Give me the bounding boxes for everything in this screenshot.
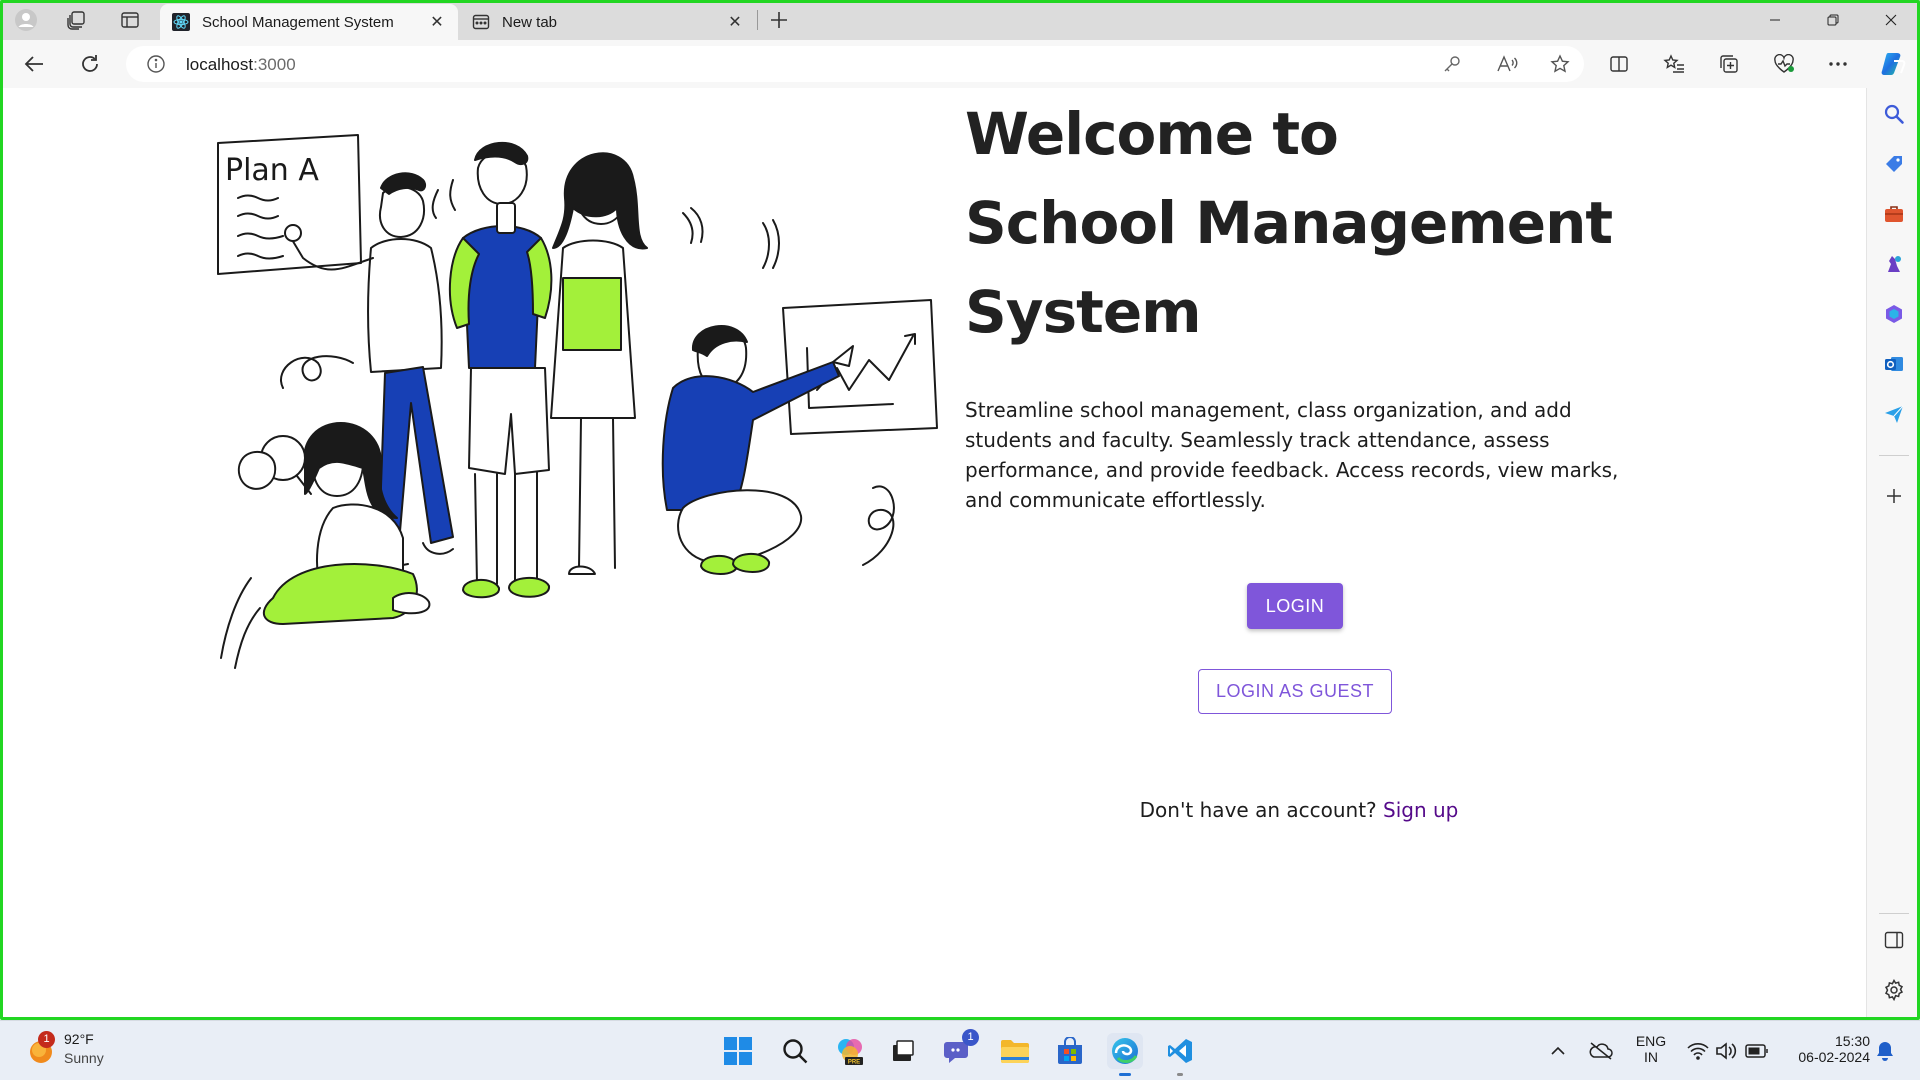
task-view-icon[interactable] — [885, 1033, 921, 1069]
wifi-icon[interactable] — [1684, 1033, 1712, 1069]
clock[interactable]: 15:30 06-02-2024 — [1778, 1033, 1870, 1065]
favorite-star-icon[interactable] — [1550, 54, 1570, 78]
tab-strip: School Management System ✕ New tab ✕ — [0, 0, 1920, 40]
open-app-indicator — [1177, 1073, 1183, 1076]
address-toolbar: localhost:3000 — [0, 40, 1920, 88]
site-info-icon[interactable] — [146, 54, 166, 78]
hero-description: Streamline school management, class orga… — [965, 398, 1619, 512]
weather-badge: 1 — [38, 1031, 55, 1048]
whiteboard-label: Plan A — [225, 153, 319, 188]
signup-question: Don't have an account? — [1139, 798, 1377, 822]
battery-icon[interactable] — [1740, 1033, 1774, 1069]
volume-icon[interactable] — [1712, 1033, 1740, 1069]
taskbar: 1 92°F Sunny PRE 1 ENG IN 15:30 06-02-20… — [0, 1020, 1920, 1080]
close-tab-icon[interactable]: ✕ — [428, 13, 446, 31]
weather-condition: Sunny — [64, 1050, 104, 1066]
restore-icon[interactable] — [1803, 0, 1863, 40]
notification-bell-icon[interactable] — [1870, 1033, 1900, 1069]
hide-sidebar-icon[interactable] — [1882, 928, 1906, 952]
profile-icon[interactable] — [10, 6, 42, 34]
language-code: ENG — [1635, 1033, 1667, 1049]
tab-school-management[interactable]: School Management System ✕ — [160, 4, 458, 40]
title-line: Welcome to — [965, 100, 1339, 168]
region-code: IN — [1644, 1049, 1658, 1065]
favorites-list-icon[interactable] — [1656, 48, 1692, 80]
weather-temp: 92°F — [64, 1031, 94, 1047]
language-indicator[interactable]: ENG IN — [1628, 1033, 1674, 1065]
tab-title: School Management System — [202, 13, 394, 31]
search-icon[interactable] — [777, 1033, 813, 1069]
back-arrow-icon[interactable] — [16, 48, 52, 80]
search-icon[interactable] — [1882, 102, 1906, 126]
weather-widget[interactable]: 1 92°F Sunny — [26, 1031, 166, 1071]
sidebar-divider — [1879, 913, 1909, 914]
page-title: Welcome to School Management System — [965, 90, 1705, 357]
onedrive-offline-icon[interactable] — [1584, 1033, 1618, 1069]
edge-sidebar — [1866, 88, 1920, 1020]
address-bar[interactable]: localhost:3000 — [126, 46, 1584, 82]
password-key-icon[interactable] — [1442, 54, 1462, 78]
tools-briefcase-icon[interactable] — [1882, 202, 1906, 226]
windows-start-icon[interactable] — [720, 1033, 756, 1069]
svg-text:PRE: PRE — [848, 1060, 860, 1066]
file-explorer-icon[interactable] — [997, 1033, 1033, 1069]
vscode-icon[interactable] — [1162, 1033, 1198, 1076]
microsoft365-icon[interactable] — [1882, 302, 1906, 326]
send-icon[interactable] — [1882, 402, 1906, 426]
tab-actions-icon[interactable] — [114, 6, 146, 34]
login-as-guest-button[interactable]: LOGIN AS GUEST — [1198, 669, 1392, 714]
copilot-preview-icon[interactable]: PRE — [832, 1033, 868, 1069]
page-content: Plan A Welcome to School Management Syst… — [3, 88, 1866, 1017]
tab-new-tab[interactable]: New tab ✕ — [460, 4, 756, 40]
signup-prompt: Don't have an account? Sign up — [965, 798, 1633, 822]
chevron-up-icon[interactable] — [1544, 1033, 1572, 1069]
more-options-icon[interactable] — [1820, 48, 1856, 80]
shopping-tag-icon[interactable] — [1882, 152, 1906, 176]
url-text: localhost:3000 — [186, 55, 296, 74]
clock-date: 06-02-2024 — [1798, 1049, 1870, 1065]
tab-title: New tab — [502, 13, 558, 31]
close-window-icon[interactable] — [1861, 0, 1920, 40]
games-icon[interactable] — [1882, 252, 1906, 276]
sidebar-divider — [1879, 455, 1909, 456]
sign-up-link[interactable]: Sign up — [1383, 798, 1458, 822]
title-line: System — [965, 278, 1202, 346]
add-plus-icon[interactable] — [1882, 484, 1906, 508]
active-app-indicator — [1119, 1073, 1131, 1076]
read-aloud-icon[interactable] — [1496, 54, 1518, 78]
new-tab-favicon-icon — [472, 13, 490, 31]
react-favicon-icon — [172, 13, 190, 31]
title-line: School Management — [965, 189, 1613, 257]
teams-chat-icon[interactable]: 1 — [940, 1029, 979, 1069]
login-button[interactable]: LOGIN — [1247, 583, 1343, 629]
collections-icon[interactable] — [1711, 48, 1747, 80]
browser-essentials-icon[interactable] — [1766, 48, 1802, 80]
microsoft-store-icon[interactable] — [1052, 1033, 1088, 1069]
teams-badge: 1 — [962, 1029, 979, 1046]
copilot-icon[interactable] — [1876, 48, 1912, 80]
team-illustration: Plan A — [217, 134, 938, 669]
outlook-icon[interactable] — [1882, 352, 1906, 376]
workspaces-icon[interactable] — [60, 6, 92, 34]
minimize-icon[interactable] — [1745, 0, 1805, 40]
new-tab-plus-icon[interactable] — [763, 6, 795, 34]
settings-gear-icon[interactable] — [1882, 978, 1906, 1002]
close-tab-icon[interactable]: ✕ — [726, 13, 744, 31]
clock-time: 15:30 — [1834, 1033, 1870, 1049]
tab-divider — [757, 10, 758, 30]
refresh-icon[interactable] — [72, 48, 108, 80]
edge-browser-icon[interactable] — [1107, 1033, 1143, 1076]
split-screen-icon[interactable] — [1601, 48, 1637, 80]
